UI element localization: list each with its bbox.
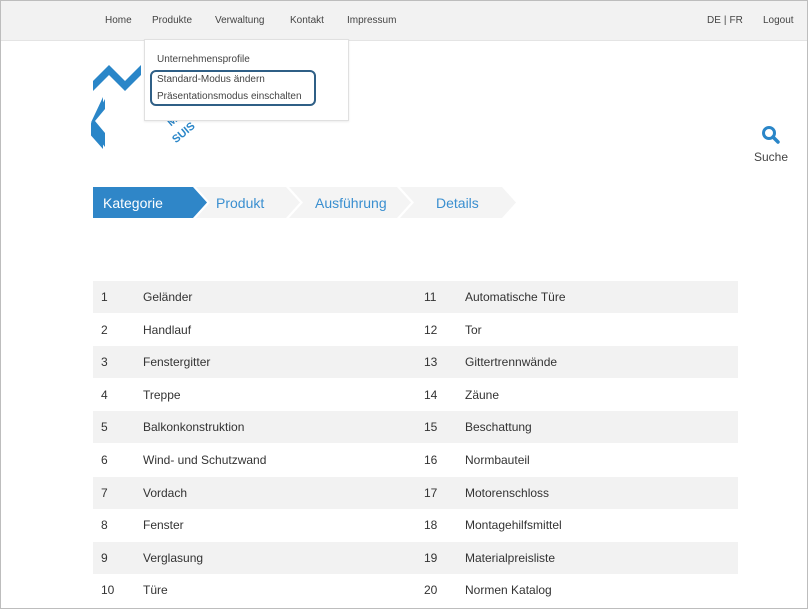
category-link[interactable]: Montagehilfsmittel [465, 518, 562, 532]
category-link[interactable]: Automatische Türe [465, 290, 566, 304]
top-nav-bar: Home Produkte Verwaltung Kontakt Impress… [1, 1, 807, 41]
category-link[interactable]: Tor [465, 323, 482, 337]
dropdown-highlight-box [150, 70, 316, 106]
app-window: Home Produkte Verwaltung Kontakt Impress… [0, 0, 808, 609]
table-row: 10 Türe 20 Normen Katalog [93, 574, 738, 606]
category-number: 20 [424, 583, 438, 598]
category-number: 7 [101, 485, 108, 500]
table-row: 8 Fenster 18 Montagehilfsmittel [93, 509, 738, 541]
category-number: 11 [424, 290, 437, 304]
lang-fr-link[interactable]: FR [730, 15, 743, 26]
table-row: 9 Verglasung 19 Materialpreisliste [93, 541, 738, 574]
category-link[interactable]: Türe [143, 583, 168, 597]
search-button[interactable]: Suche [751, 125, 791, 164]
category-number: 15 [424, 420, 438, 435]
step-details[interactable]: Details [436, 195, 479, 211]
lang-de-link[interactable]: DE [707, 15, 721, 26]
lang-separator: | [723, 15, 727, 26]
category-link[interactable]: Geländer [143, 290, 192, 304]
category-link[interactable]: Beschattung [465, 420, 532, 434]
category-number: 8 [101, 518, 108, 533]
category-link[interactable]: Materialpreisliste [465, 551, 555, 565]
table-row: 5 Balkonkonstruktion 15 Beschattung [93, 411, 738, 444]
category-number: 5 [101, 420, 108, 435]
category-number: 3 [101, 355, 108, 370]
nav-home[interactable]: Home [105, 15, 132, 26]
category-number: 9 [101, 550, 108, 565]
verwaltung-dropdown-menu: Unternehmensprofile Standard-Modus änder… [144, 39, 349, 121]
nav-impressum[interactable]: Impressum [347, 15, 396, 26]
category-link[interactable]: Fenster [143, 518, 184, 532]
category-number: 19 [424, 550, 438, 565]
table-row: 6 Wind- und Schutzwand 16 Normbauteil [93, 444, 738, 476]
category-number: 2 [101, 322, 108, 337]
search-label: Suche [753, 150, 789, 164]
table-row: 1 Geländer 11 Automatische Türe [93, 281, 738, 313]
language-switcher: DE | FR [707, 15, 743, 26]
category-link[interactable]: Treppe [143, 388, 181, 402]
category-link[interactable]: Zäune [465, 388, 499, 402]
step-kategorie[interactable]: Kategorie [103, 195, 163, 211]
category-link[interactable]: Motorenschloss [465, 486, 549, 500]
category-number: 6 [101, 453, 108, 467]
category-link[interactable]: Normen Katalog [465, 583, 552, 597]
step-ausfuehrung[interactable]: Ausführung [315, 195, 387, 211]
nav-kontakt[interactable]: Kontakt [290, 15, 324, 26]
category-link[interactable]: Gittertrennwände [465, 355, 557, 369]
category-number: 1 [101, 290, 108, 304]
table-row: 3 Fenstergitter 13 Gittertrennwände [93, 346, 738, 379]
table-row: 2 Handlauf 12 Tor [93, 314, 738, 346]
table-row: 7 Vordach 17 Motorenschloss [93, 476, 738, 509]
category-number: 18 [424, 518, 438, 533]
dropdown-item-unternehmensprofile[interactable]: Unternehmensprofile [157, 54, 250, 65]
table-row: 4 Treppe 14 Zäune [93, 379, 738, 411]
category-link[interactable]: Balkonkonstruktion [143, 420, 244, 434]
category-number: 14 [424, 387, 438, 402]
logout-link[interactable]: Logout [763, 15, 794, 26]
category-number: 4 [101, 387, 108, 402]
category-link[interactable]: Fenstergitter [143, 355, 210, 369]
category-number: 13 [424, 355, 438, 370]
nav-produkte[interactable]: Produkte [152, 15, 192, 26]
nav-verwaltung[interactable]: Verwaltung [215, 15, 264, 26]
category-number: 10 [101, 583, 115, 598]
search-icon [762, 126, 780, 144]
category-link[interactable]: Vordach [143, 486, 187, 500]
category-number: 12 [424, 322, 438, 337]
category-number: 17 [424, 485, 438, 500]
step-produkt[interactable]: Produkt [216, 195, 264, 211]
category-link[interactable]: Wind- und Schutzwand [143, 453, 266, 467]
category-number: 16 [424, 453, 438, 467]
category-link[interactable]: Verglasung [143, 551, 203, 565]
category-link[interactable]: Normbauteil [465, 453, 530, 467]
category-link[interactable]: Handlauf [143, 323, 191, 337]
